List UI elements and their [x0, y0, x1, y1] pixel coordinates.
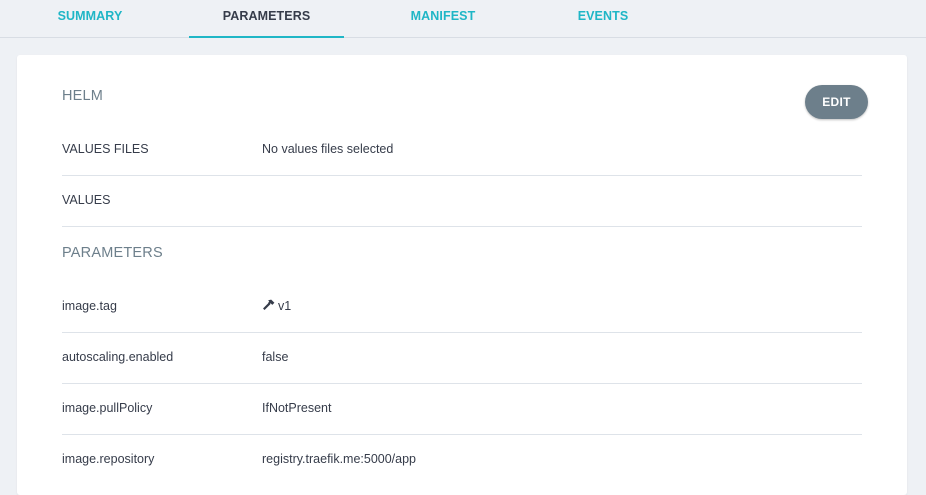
values-files-row: VALUES FILES No values files selected	[62, 124, 862, 176]
parameter-value-text: v1	[278, 299, 292, 313]
parameter-row: image.repository registry.traefik.me:500…	[62, 434, 862, 485]
parameter-value: registry.traefik.me:5000/app	[262, 452, 417, 466]
values-files-value: No values files selected	[262, 142, 394, 156]
tab-summary[interactable]: SUMMARY	[30, 0, 150, 38]
parameter-key: image.repository	[62, 452, 155, 466]
values-files-label: VALUES FILES	[62, 142, 149, 156]
parameter-value: false	[262, 350, 289, 364]
tab-parameters[interactable]: PARAMETERS	[189, 0, 344, 38]
parameters-section-title: PARAMETERS	[62, 245, 163, 261]
tab-bar: SUMMARY PARAMETERS MANIFEST EVENTS	[0, 0, 926, 38]
values-row: VALUES	[62, 175, 862, 227]
parameter-row: image.tag v1	[62, 281, 862, 333]
helm-section-title: HELM	[62, 88, 104, 104]
parameter-value: IfNotPresent	[262, 401, 332, 415]
edit-button[interactable]: EDIT	[805, 85, 868, 119]
parameter-row: autoscaling.enabled false	[62, 332, 862, 384]
parameter-key: image.pullPolicy	[62, 401, 153, 415]
parameter-value: v1	[262, 281, 291, 334]
parameter-key: autoscaling.enabled	[62, 350, 174, 364]
parameter-row: image.pullPolicy IfNotPresent	[62, 383, 862, 435]
values-label: VALUES	[62, 193, 111, 207]
hammer-icon	[262, 283, 275, 334]
tab-manifest[interactable]: MANIFEST	[383, 0, 503, 38]
parameters-panel: HELM EDIT VALUES FILES No values files s…	[17, 55, 907, 495]
tab-events[interactable]: EVENTS	[543, 0, 663, 38]
parameter-key: image.tag	[62, 299, 117, 313]
